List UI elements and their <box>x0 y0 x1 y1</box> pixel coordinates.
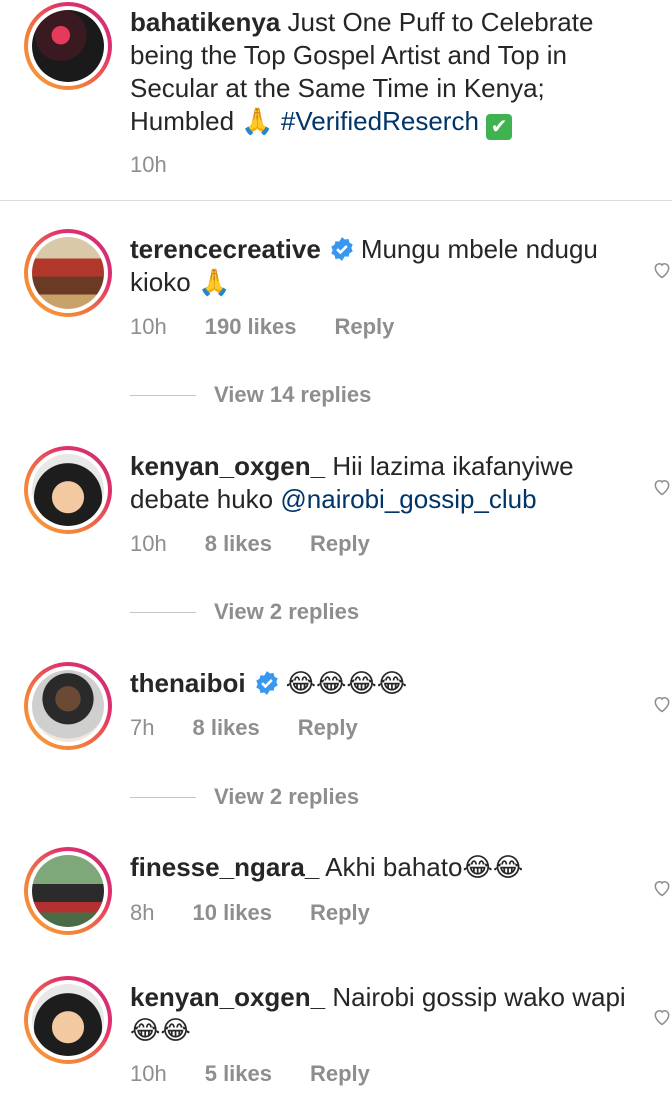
view-replies-button[interactable]: View 2 replies <box>130 784 359 810</box>
caption-username[interactable]: bahatikenya <box>130 7 280 37</box>
avatar[interactable] <box>32 670 104 742</box>
like-heart-icon[interactable] <box>652 477 672 497</box>
likes-count[interactable]: 8 likes <box>205 531 272 556</box>
avatar[interactable] <box>32 855 104 927</box>
view-replies-button[interactable]: View 14 replies <box>130 382 371 408</box>
post-caption: bahatikenya Just One Puff to Celebrate b… <box>0 0 672 200</box>
divider <box>0 200 672 201</box>
reply-button[interactable]: Reply <box>310 900 370 925</box>
likes-count[interactable]: 190 likes <box>205 314 297 339</box>
comment-meta: 8h 10 likes Reply <box>130 900 408 926</box>
comment-meta: 10h 8 likes Reply <box>130 531 408 557</box>
comment-username[interactable]: kenyan_oxgen_ <box>130 982 325 1012</box>
replies-line <box>130 394 196 396</box>
reply-button[interactable]: Reply <box>310 531 370 556</box>
replies-line <box>130 796 196 798</box>
comment-username[interactable]: kenyan_oxgen_ <box>130 451 325 481</box>
view-replies-button[interactable]: View 2 replies <box>130 599 359 625</box>
comment-text: kenyan_oxgen_ Nairobi gossip wako wapi 😂… <box>130 981 635 1048</box>
avatar[interactable] <box>32 10 104 82</box>
comment-time: 7h <box>130 715 155 740</box>
view-replies-label: View 2 replies <box>214 599 360 624</box>
view-replies-label: View 14 replies <box>214 382 372 407</box>
comment-meta: 10h 190 likes Reply <box>130 314 432 340</box>
avatar[interactable] <box>32 454 104 526</box>
comment-time: 10h <box>130 531 167 556</box>
like-heart-icon[interactable] <box>652 694 672 714</box>
comment-body: Nairobi gossip wako wapi <box>332 982 626 1012</box>
verified-badge-icon <box>255 671 278 695</box>
caption-meta: 10h <box>130 152 205 178</box>
view-replies-label: View 2 replies <box>214 784 360 809</box>
comment-avatar-ring[interactable] <box>24 847 112 935</box>
comment-avatar-ring[interactable] <box>24 446 112 534</box>
likes-count[interactable]: 5 likes <box>205 1061 272 1086</box>
like-heart-icon[interactable] <box>652 878 672 898</box>
reply-button[interactable]: Reply <box>310 1061 370 1086</box>
avatar[interactable] <box>32 237 104 309</box>
caption-time: 10h <box>130 152 167 177</box>
verified-badge-icon <box>331 237 353 261</box>
caption-avatar-ring[interactable] <box>24 2 112 90</box>
reply-button[interactable]: Reply <box>298 715 358 740</box>
comment-avatar-ring[interactable] <box>24 662 112 750</box>
comment-username[interactable]: thenaiboi <box>130 668 246 698</box>
avatar[interactable] <box>32 984 104 1056</box>
mention-link[interactable]: @nairobi_gossip_club <box>280 484 536 514</box>
comment-time: 10h <box>130 1061 167 1086</box>
comment-meta: 7h 8 likes Reply <box>130 715 396 741</box>
pray-emoji: 🙏 <box>241 107 274 137</box>
like-heart-icon[interactable] <box>652 260 672 280</box>
comment-text: kenyan_oxgen_ Hii lazima ikafanyiwe deba… <box>130 450 635 516</box>
comment-body: Akhi bahato <box>325 852 463 882</box>
likes-count[interactable]: 10 likes <box>192 900 272 925</box>
likes-count[interactable]: 8 likes <box>192 715 259 740</box>
comment-time: 10h <box>130 314 167 339</box>
reply-button[interactable]: Reply <box>334 314 394 339</box>
comment-username[interactable]: terencecreative <box>130 234 321 264</box>
like-heart-icon[interactable] <box>652 1007 672 1027</box>
comment-time: 8h <box>130 900 155 925</box>
check-mark-emoji: ✔ <box>486 114 513 140</box>
laughing-emoji: 😂😂 <box>462 853 524 883</box>
pray-emoji: 🙏 <box>197 268 231 298</box>
comment-text: terencecreative Mungu mbele ndugu kioko 🙏 <box>130 233 635 300</box>
comment-avatar-ring[interactable] <box>24 976 112 1064</box>
comment-username[interactable]: finesse_ngara_ <box>130 852 319 882</box>
comment-text: finesse_ngara_ Akhi bahato😂😂 <box>130 851 635 885</box>
comment-avatar-ring[interactable] <box>24 229 112 317</box>
laughing-emoji: 😂😂😂😂 <box>285 669 408 699</box>
comment-text: thenaiboi 😂😂😂😂 <box>130 667 635 701</box>
hashtag-link[interactable]: #VerifiedReserch <box>281 106 479 136</box>
caption-text: bahatikenya Just One Puff to Celebrate b… <box>130 6 635 140</box>
comment-meta: 10h 5 likes Reply <box>130 1061 408 1087</box>
laughing-emoji: 😂😂 <box>130 1016 191 1046</box>
replies-line <box>130 611 196 613</box>
